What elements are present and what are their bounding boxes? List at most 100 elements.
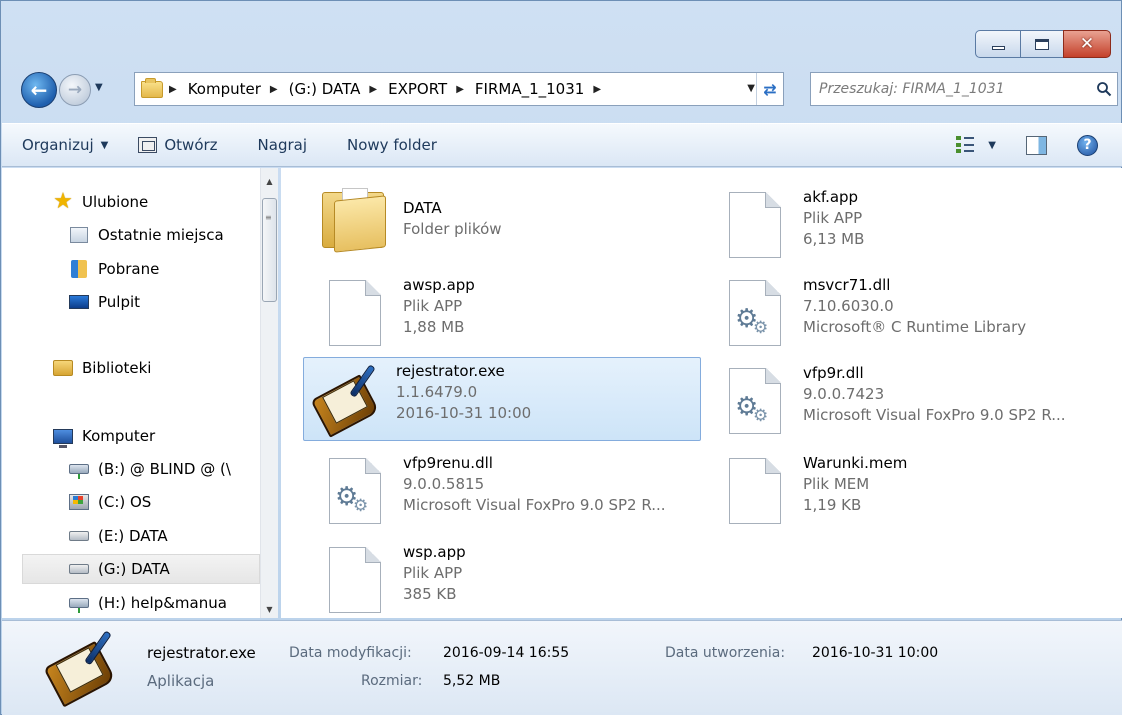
breadcrumb-separator[interactable]: ▶ — [169, 84, 188, 95]
preview-pane-icon — [1026, 135, 1047, 155]
file-description: Microsoft Visual FoxPro 9.0 SP2 R... — [803, 406, 1066, 424]
address-bar[interactable]: ▶ Komputer ▶ (G:) DATA ▶ EXPORT ▶ FIRMA_1_1… — [134, 72, 784, 106]
file-name: DATA — [403, 199, 442, 217]
nav-item-desktop[interactable]: Pulpit — [68, 287, 278, 317]
refresh-button[interactable]: ⇄ — [756, 73, 783, 105]
file-type: Folder plików — [403, 220, 502, 238]
change-view-button[interactable] — [956, 136, 975, 154]
nav-item-label: (E:) DATA — [98, 527, 168, 545]
scroll-down-arrow-icon[interactable]: ▼ — [261, 600, 278, 618]
minimize-button[interactable] — [975, 30, 1021, 58]
caption-buttons: ✕ — [975, 30, 1111, 58]
file-item-vfp9r-dll[interactable]: ⚙ ⚙ vfp9r.dll 9.0.0.7423 Microsoft Visual… — [711, 361, 1116, 451]
chevron-down-icon: ▼ — [100, 139, 109, 151]
recent-pages-dropdown[interactable]: ▼ — [95, 82, 103, 93]
file-description: Microsoft® C Runtime Library — [803, 318, 1027, 336]
scroll-up-arrow-icon[interactable]: ▲ — [261, 172, 278, 190]
nav-item-drive-b[interactable]: (B:) @ BLIND @ (\ — [68, 454, 260, 484]
nav-pane-scrollbar[interactable]: ▲ ≡ ▼ — [260, 168, 278, 618]
navigation-pane: ★ Ulubione Ostatnie miejsca Pobrane Pulp… — [2, 168, 278, 618]
dll-gear-icon: ⚙ ⚙ — [719, 273, 791, 353]
nav-item-drive-e[interactable]: (E:) DATA — [68, 521, 278, 551]
file-item-data-folder[interactable]: DATA Folder plików — [311, 178, 671, 268]
file-type: Plik APP — [403, 297, 463, 315]
file-item-msvcr71-dll[interactable]: ⚙ ⚙ msvcr71.dll 7.10.6030.0 Microsoft® C … — [711, 273, 1111, 363]
libraries-icon — [52, 359, 74, 377]
breadcrumb-item[interactable]: (G:) DATA ▶ — [289, 80, 389, 98]
explorer-window: ✕ ← → ▼ ▶ Komputer ▶ (G:) DATA ▶ EXPORT ▶ F… — [0, 0, 1122, 715]
nav-item-downloads[interactable]: Pobrane — [68, 254, 278, 284]
search-input[interactable] — [811, 81, 1091, 97]
file-name: rejestrator.exe — [396, 362, 505, 380]
nav-item-label: Ulubione — [82, 193, 149, 211]
created-value: 2016-10-31 10:00 — [812, 645, 939, 661]
file-item-akf-app[interactable]: akf.app Plik APP 6,13 MB — [711, 185, 1091, 275]
nav-item-libraries[interactable]: Biblioteki — [52, 353, 278, 383]
nav-item-label: (G:) DATA — [98, 560, 170, 578]
forward-button[interactable]: → — [59, 74, 91, 106]
modified-label: Data modyfikacji: — [289, 645, 412, 661]
open-button[interactable]: Otwórz — [138, 136, 218, 154]
new-folder-label: Nowy folder — [347, 136, 437, 154]
file-name: Warunki.mem — [803, 454, 908, 472]
close-icon: ✕ — [1079, 34, 1095, 54]
back-arrow-icon: ← — [30, 78, 48, 102]
nav-item-drive-h[interactable]: (H:) help&manua — [68, 588, 260, 618]
document-icon — [719, 185, 791, 265]
file-version: 9.0.0.7423 — [803, 385, 885, 403]
file-item-rejestrator-exe[interactable]: rejestrator.exe 1.1.6479.0 2016-10-31 10… — [303, 357, 701, 441]
modified-value: 2016-09-14 16:55 — [443, 645, 570, 661]
document-icon — [719, 451, 791, 531]
burn-button[interactable]: Nagraj — [258, 136, 307, 154]
file-name: vfp9renu.dll — [403, 454, 493, 472]
file-name: akf.app — [803, 188, 859, 206]
preview-pane-button[interactable] — [1026, 135, 1047, 155]
nav-item-label: Biblioteki — [82, 359, 152, 377]
new-folder-button[interactable]: Nowy folder — [347, 136, 437, 154]
computer-icon — [52, 427, 74, 448]
application-icon — [310, 358, 384, 438]
nav-item-drive-g[interactable]: (G:) DATA — [22, 554, 260, 584]
address-history-dropdown[interactable]: ▼ — [747, 83, 755, 94]
os-drive-icon — [68, 493, 90, 511]
nav-item-recent-places[interactable]: Ostatnie miejsca — [68, 220, 278, 250]
close-button[interactable]: ✕ — [1063, 30, 1111, 58]
file-item-wsp-app[interactable]: wsp.app Plik APP 385 KB — [311, 540, 671, 630]
breadcrumb-label: EXPORT — [388, 80, 448, 98]
nav-item-computer[interactable]: Komputer — [52, 421, 278, 451]
views-icon — [956, 136, 975, 154]
chevron-down-icon: ▼ — [988, 139, 996, 151]
help-button[interactable]: ? — [1077, 134, 1098, 156]
breadcrumb-label: FIRMA_1_1031 — [474, 80, 585, 98]
back-button[interactable]: ← — [21, 72, 57, 108]
file-item-warunki-mem[interactable]: Warunki.mem Plik MEM 1,19 KB — [711, 451, 1091, 541]
size-value: 5,52 MB — [443, 673, 501, 689]
nav-item-drive-c[interactable]: (C:) OS — [68, 487, 278, 517]
maximize-button[interactable] — [1020, 30, 1064, 58]
nav-item-label: Komputer — [82, 427, 156, 445]
file-type: Plik APP — [403, 564, 463, 582]
search-icon[interactable] — [1091, 81, 1117, 97]
file-description: Microsoft Visual FoxPro 9.0 SP2 R... — [403, 496, 666, 514]
breadcrumb-item[interactable]: Komputer ▶ — [188, 80, 289, 98]
open-label: Otwórz — [164, 136, 218, 154]
navigation-bar: ← → ▼ ▶ Komputer ▶ (G:) DATA ▶ EXPORT ▶ FIR… — [21, 70, 1121, 108]
folder-icon — [141, 77, 163, 98]
breadcrumb-item[interactable]: EXPORT ▶ — [388, 80, 475, 98]
details-file-name: rejestrator.exe — [147, 644, 256, 662]
open-icon — [138, 137, 158, 153]
forward-arrow-icon: → — [67, 80, 83, 100]
organize-button[interactable]: Organizuj ▼ — [22, 136, 108, 154]
command-bar: Organizuj ▼ Otwórz Nagraj Nowy folder ▼ ? — [2, 123, 1122, 167]
created-label: Data utworzenia: — [665, 645, 786, 661]
file-item-awsp-app[interactable]: awsp.app Plik APP 1,88 MB — [311, 273, 671, 363]
drive-icon — [68, 527, 90, 545]
breadcrumb-item[interactable]: FIRMA_1_1031 ▶ — [475, 80, 612, 98]
search-box — [810, 72, 1118, 106]
dll-gear-icon: ⚙ ⚙ — [319, 451, 391, 531]
downloads-icon — [68, 260, 90, 278]
file-list: DATA Folder plików akf.app Plik APP 6,13… — [281, 168, 1122, 618]
view-options-dropdown[interactable]: ▼ — [988, 140, 996, 151]
file-item-vfp9renu-dll[interactable]: ⚙ ⚙ vfp9renu.dll 9.0.0.5815 Microsoft Vis… — [311, 451, 711, 541]
nav-item-favorites[interactable]: ★ Ulubione — [52, 187, 278, 217]
